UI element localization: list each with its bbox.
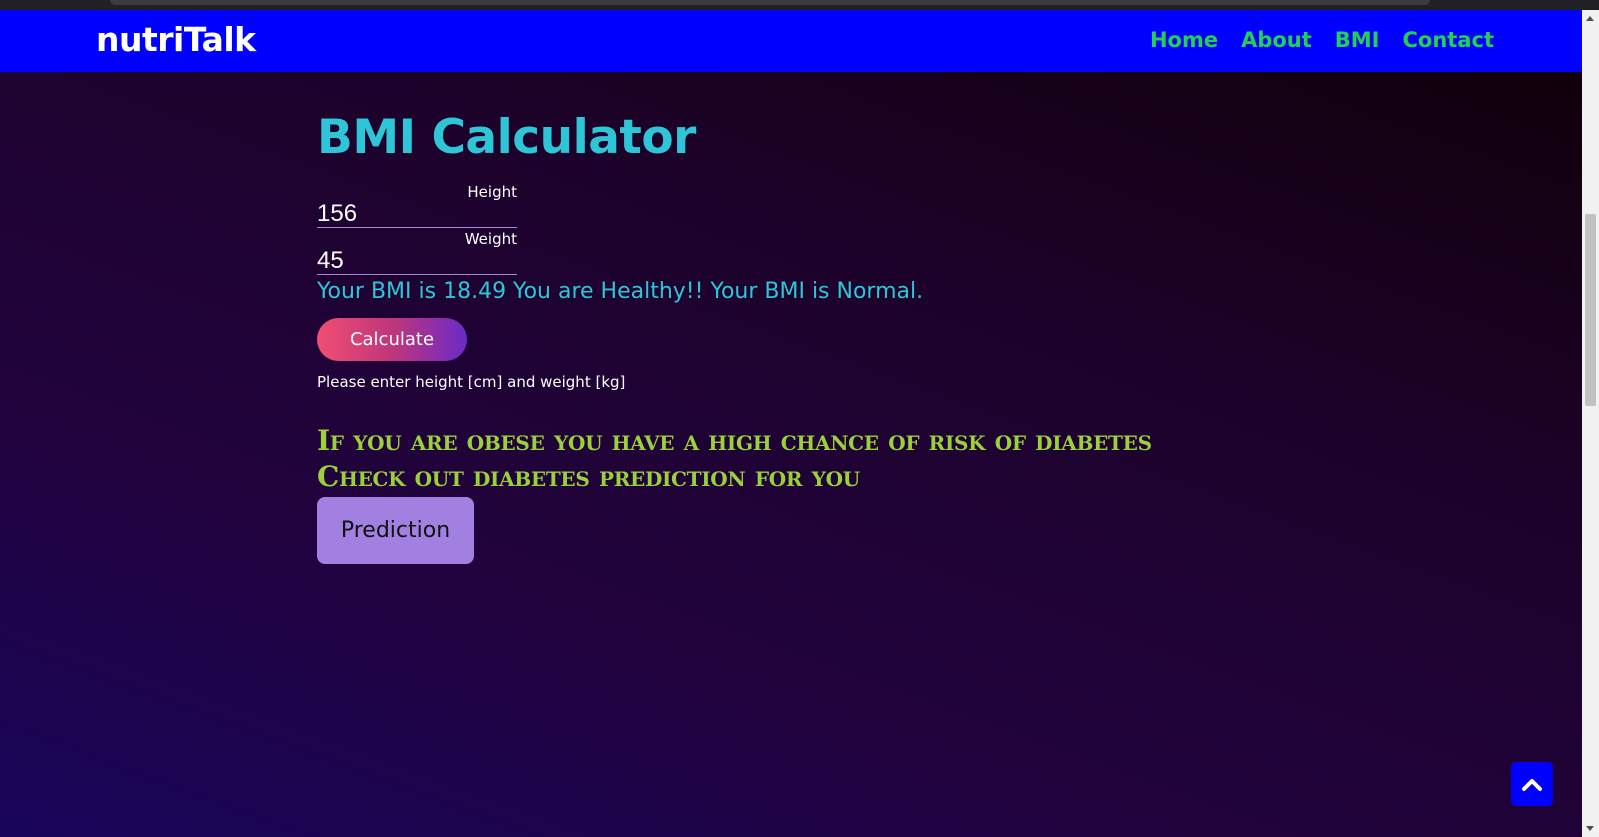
input-hint: Please enter height [cm] and weight [kg] [317, 373, 626, 391]
nav-link-contact[interactable]: Contact [1403, 28, 1495, 52]
browser-address-strip [110, 0, 1430, 5]
nav-link-about[interactable]: About [1241, 28, 1312, 52]
nav-links: Home About BMI Contact [1150, 28, 1494, 52]
nav-link-bmi[interactable]: BMI [1335, 28, 1380, 52]
bmi-result: Your BMI is 18.49 You are Healthy!! Your… [317, 279, 924, 304]
scroll-up-arrow-icon[interactable] [1586, 16, 1594, 21]
prediction-button[interactable]: Prediction [317, 497, 474, 564]
chevron-up-icon [1522, 779, 1542, 791]
weight-field: Weight [317, 228, 517, 275]
scrollbar-thumb[interactable] [1585, 214, 1596, 406]
browser-top-bar [0, 0, 1599, 10]
navbar: nutriTalk Home About BMI Contact [0, 10, 1582, 72]
height-label: Height [467, 183, 517, 201]
height-input[interactable] [317, 201, 517, 228]
weight-label: Weight [464, 230, 517, 248]
page-scrollbar[interactable] [1582, 10, 1599, 837]
scroll-to-top-button[interactable] [1511, 762, 1553, 806]
promo-line-1: If you are obese you have a high chance … [317, 424, 1152, 457]
bmi-section: BMI Calculator Height Weight Your BMI is… [317, 110, 1152, 564]
weight-input[interactable] [317, 248, 517, 275]
scroll-down-arrow-icon[interactable] [1586, 826, 1594, 831]
diabetes-promo: If you are obese you have a high chance … [317, 423, 1152, 495]
nav-link-home[interactable]: Home [1150, 28, 1218, 52]
calculate-button[interactable]: Calculate [317, 318, 467, 361]
promo-line-2: Check out diabetes prediction for you [317, 460, 860, 493]
page: nutriTalk Home About BMI Contact BMI Cal… [0, 10, 1582, 837]
height-field: Height [317, 181, 517, 228]
brand-logo[interactable]: nutriTalk [96, 20, 256, 59]
page-title: BMI Calculator [317, 110, 696, 165]
